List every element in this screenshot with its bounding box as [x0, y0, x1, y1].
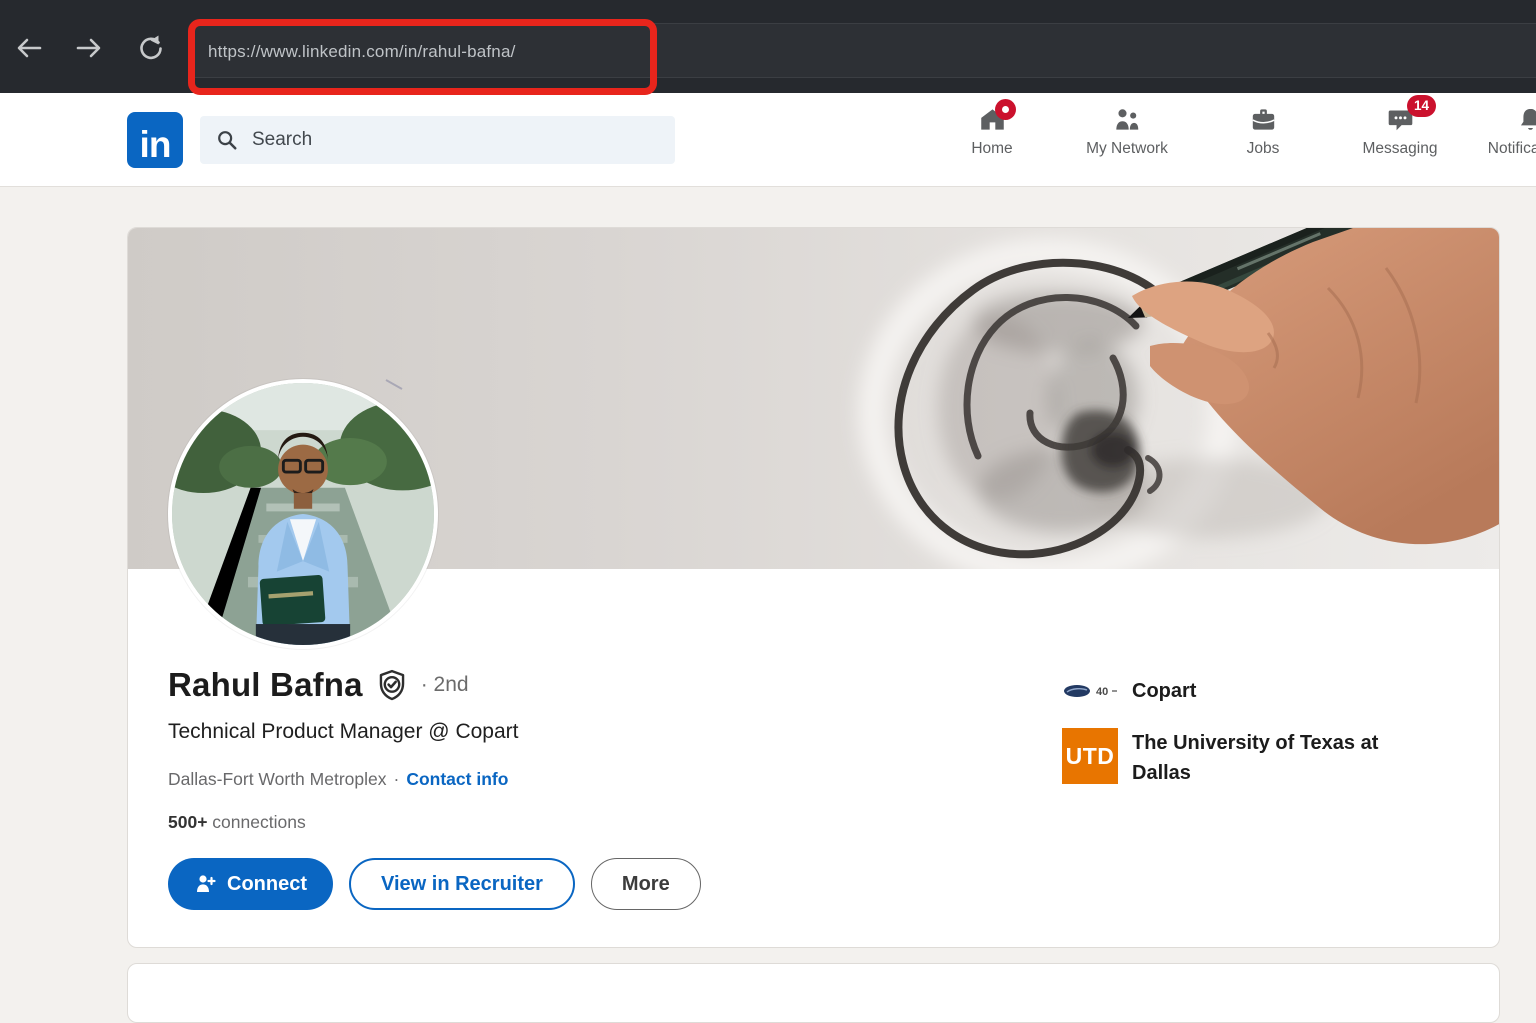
separator-dot: ·: [394, 769, 400, 789]
reload-button[interactable]: [134, 31, 168, 65]
messaging-badge: 14: [1407, 95, 1436, 117]
school-name: The University of Texas at Dallas: [1132, 728, 1442, 788]
search-box[interactable]: [200, 116, 675, 164]
copart-logo: 40: [1062, 681, 1120, 701]
nav-label-notifications: Notifications: [1488, 140, 1536, 158]
connections-label: connections: [212, 812, 305, 832]
search-input[interactable]: [252, 129, 632, 151]
person-add-icon: [194, 872, 218, 896]
company-name: Copart: [1132, 676, 1196, 706]
utd-logo: UTD: [1062, 728, 1118, 784]
profile-photo[interactable]: [168, 379, 438, 649]
url-bar[interactable]: https://www.linkedin.com/in/rahul-bafna/: [192, 23, 1536, 78]
action-buttons: Connect View in Recruiter More: [168, 858, 701, 910]
linkedin-navbar: in Home My Network: [0, 93, 1536, 187]
nav-item-messaging[interactable]: 14 Messaging: [1338, 103, 1462, 158]
verified-badge-icon[interactable]: [375, 668, 409, 702]
forward-button[interactable]: [72, 31, 106, 65]
contact-info-link[interactable]: Contact info: [406, 769, 508, 789]
location-text: Dallas-Fort Worth Metroplex: [168, 769, 387, 789]
nav-label-home: Home: [971, 140, 1012, 158]
highlights-column: 40 Copart UTD The University of Texas at…: [1062, 676, 1482, 788]
connect-label: Connect: [227, 873, 307, 896]
nav-label-jobs: Jobs: [1247, 140, 1280, 158]
next-card: [127, 963, 1500, 1023]
view-in-recruiter-label: View in Recruiter: [381, 873, 543, 896]
current-company-row[interactable]: 40 Copart: [1062, 676, 1482, 706]
nav-label-my-network: My Network: [1086, 140, 1168, 158]
search-icon: [216, 129, 238, 151]
my-network-icon: [1112, 106, 1142, 133]
nav-label-messaging: Messaging: [1363, 140, 1438, 158]
home-notification-dot: [995, 99, 1016, 120]
forward-arrow-icon: [74, 33, 104, 63]
connect-button[interactable]: Connect: [168, 858, 333, 910]
nav-item-notifications[interactable]: Notifications: [1468, 103, 1536, 158]
profile-photo-image: [172, 383, 434, 645]
connection-degree: · 2nd: [421, 673, 469, 697]
nav-item-my-network[interactable]: My Network: [1065, 103, 1189, 158]
connections-link[interactable]: 500+ connections: [168, 812, 306, 833]
back-arrow-icon: [14, 33, 44, 63]
view-in-recruiter-button[interactable]: View in Recruiter: [349, 858, 575, 910]
name-row: Rahul Bafna · 2nd: [168, 666, 469, 704]
reload-icon: [136, 33, 166, 63]
notifications-icon: [1517, 106, 1536, 133]
svg-text:40: 40: [1096, 686, 1108, 698]
nav-item-jobs[interactable]: Jobs: [1201, 103, 1325, 158]
url-text: https://www.linkedin.com/in/rahul-bafna/: [208, 24, 516, 79]
location-row: Dallas-Fort Worth Metroplex · Contact info: [168, 769, 508, 790]
jobs-icon: [1250, 106, 1277, 133]
profile-card: Rahul Bafna · 2nd Technical Product Mana…: [127, 227, 1500, 948]
nav-item-home[interactable]: Home: [930, 103, 1054, 158]
back-button[interactable]: [12, 31, 46, 65]
linkedin-logo[interactable]: in: [127, 112, 183, 168]
browser-toolbar: https://www.linkedin.com/in/rahul-bafna/: [0, 0, 1536, 93]
more-button[interactable]: More: [591, 858, 701, 910]
profile-headline: Technical Product Manager @ Copart: [168, 720, 519, 744]
connections-count: 500+: [168, 812, 207, 832]
more-label: More: [622, 873, 670, 896]
profile-name: Rahul Bafna: [168, 666, 363, 704]
school-row[interactable]: UTD The University of Texas at Dallas: [1062, 728, 1482, 788]
